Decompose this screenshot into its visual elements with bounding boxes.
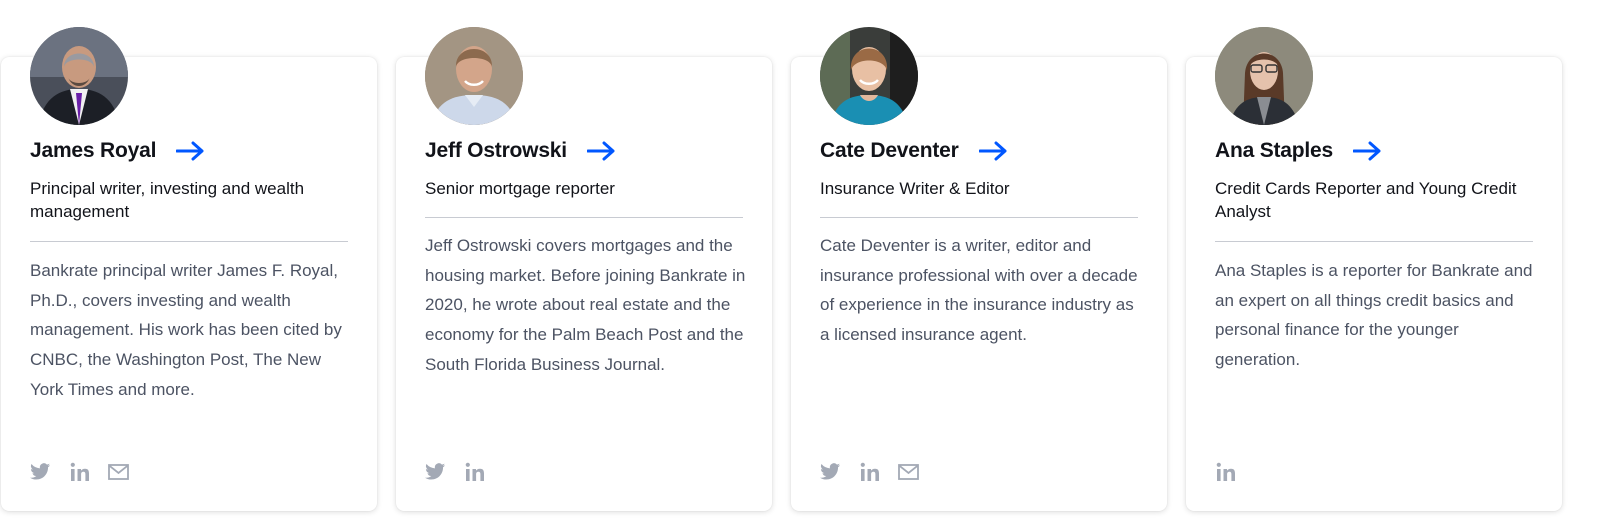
twitter-icon[interactable]	[30, 461, 51, 482]
author-name[interactable]: Cate Deventer	[820, 139, 959, 163]
avatar[interactable]	[425, 27, 523, 125]
author-bio: Cate Deventer is a writer, editor and in…	[820, 236, 1138, 345]
author-bio: Bankrate principal writer James F. Royal…	[30, 261, 342, 399]
email-icon[interactable]	[108, 461, 129, 482]
divider	[425, 217, 743, 218]
author-name-link[interactable]: Cate Deventer	[820, 139, 1138, 163]
author-name[interactable]: James Royal	[30, 139, 156, 163]
author-card-cate-deventer: Cate Deventer Insurance Writer & Editor …	[791, 27, 1167, 511]
linkedin-icon[interactable]	[69, 461, 90, 482]
social-links	[30, 461, 129, 482]
arrow-right-icon[interactable]	[176, 140, 206, 162]
divider	[1215, 241, 1533, 242]
avatar[interactable]	[820, 27, 918, 125]
author-cards-grid: James Royal Principal writer, investing …	[0, 0, 1607, 528]
author-name-link[interactable]: Ana Staples	[1215, 139, 1533, 163]
avatar[interactable]	[1215, 27, 1313, 125]
linkedin-icon[interactable]	[1215, 461, 1236, 482]
author-name[interactable]: Jeff Ostrowski	[425, 139, 567, 163]
author-name[interactable]: Ana Staples	[1215, 139, 1333, 163]
divider	[30, 241, 348, 242]
author-name-link[interactable]: Jeff Ostrowski	[425, 139, 743, 163]
email-icon[interactable]	[898, 461, 919, 482]
arrow-right-icon[interactable]	[978, 140, 1009, 162]
social-links	[425, 461, 485, 482]
avatar[interactable]	[30, 27, 128, 125]
arrow-right-icon[interactable]	[1353, 140, 1383, 162]
author-role: Credit Cards Reporter and Young Credit A…	[1215, 179, 1517, 221]
social-links	[820, 461, 919, 482]
linkedin-icon[interactable]	[859, 461, 880, 482]
author-role: Insurance Writer & Editor	[820, 179, 1010, 198]
author-bio: Ana Staples is a reporter for Bankrate a…	[1215, 261, 1533, 370]
social-links	[1215, 461, 1236, 482]
author-bio: Jeff Ostrowski covers mortgages and the …	[425, 236, 746, 374]
author-card-ana-staples: Ana Staples Credit Cards Reporter and Yo…	[1186, 27, 1562, 511]
twitter-icon[interactable]	[425, 461, 446, 482]
author-name-link[interactable]: James Royal	[30, 139, 348, 163]
author-card-jeff-ostrowski: Jeff Ostrowski Senior mortgage reporter …	[396, 27, 772, 511]
author-role: Senior mortgage reporter	[425, 179, 615, 198]
twitter-icon[interactable]	[820, 461, 841, 482]
arrow-right-icon[interactable]	[586, 140, 617, 162]
linkedin-icon[interactable]	[464, 461, 485, 482]
author-role: Principal writer, investing and wealth m…	[30, 179, 305, 221]
author-card-james-royal: James Royal Principal writer, investing …	[1, 27, 377, 511]
divider	[820, 217, 1138, 218]
